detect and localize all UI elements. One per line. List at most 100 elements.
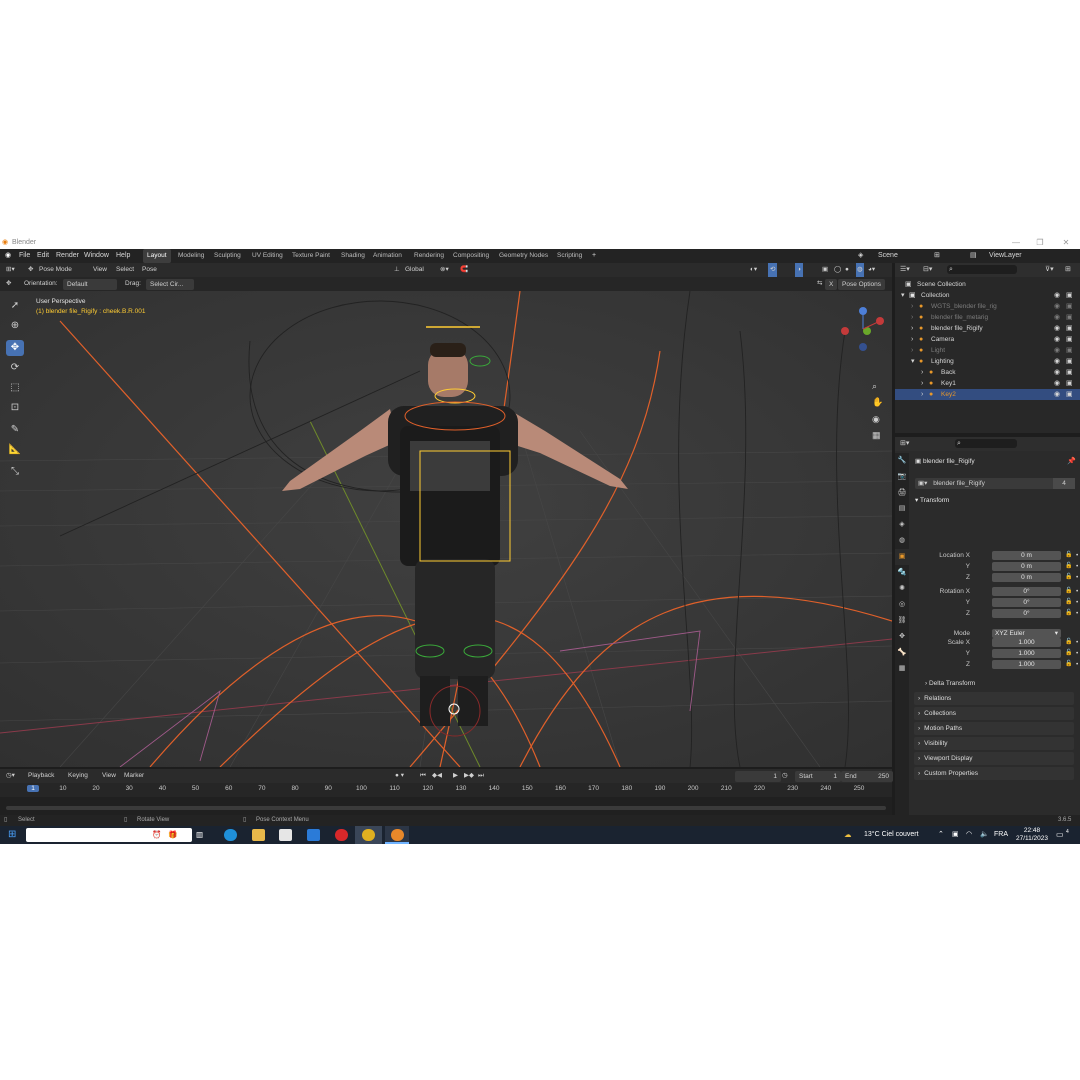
keying-menu[interactable]: Keying [68, 769, 88, 783]
chrome-browser-icon[interactable] [362, 829, 375, 841]
marker-menu[interactable]: Marker [124, 769, 144, 783]
expand-arrow-icon[interactable]: › [911, 312, 913, 323]
render-visibility-icon[interactable]: ▣ [1066, 334, 1073, 345]
mode-selector[interactable]: Pose Mode [39, 263, 72, 277]
clock-area[interactable]: 22:48 27/11/2023 [1012, 827, 1052, 843]
tab-layout[interactable]: Layout [143, 249, 171, 263]
menu-edit[interactable]: Edit [37, 249, 49, 263]
expand-arrow-icon[interactable]: › [921, 389, 923, 400]
keyframe-dot-icon[interactable]: • [1076, 608, 1078, 619]
world-tab-icon[interactable]: ◍ [895, 533, 909, 549]
move-tool-icon[interactable]: ✥ [6, 340, 24, 356]
windows-start-icon[interactable]: ⊞ [8, 826, 16, 844]
task-view-icon[interactable]: ▥ [196, 826, 203, 844]
tab-geometry-nodes[interactable]: Geometry Nodes [499, 249, 548, 263]
scale-value-field[interactable]: 1.000 [992, 649, 1061, 658]
location-value-field[interactable]: 0 m [992, 573, 1061, 582]
pose-options-button[interactable]: Pose Options [838, 279, 886, 290]
keyframe-dot-icon[interactable]: • [1076, 648, 1078, 659]
outliner-row-scene-collection[interactable]: ▣ Scene Collection [895, 279, 1080, 290]
mirror-icon[interactable]: ⇆ [817, 277, 822, 291]
physics-tab-icon[interactable]: ◎ [895, 597, 909, 613]
transform-orientation-selector[interactable]: Global [405, 263, 424, 277]
measure-tool-icon[interactable]: 📐 [6, 442, 24, 458]
visibility-eye-icon[interactable]: ◉ [1054, 323, 1060, 334]
play-button[interactable]: ▶ [453, 769, 458, 783]
lock-icon[interactable]: 🔓 [1065, 597, 1072, 608]
menu-file[interactable]: File [19, 249, 30, 263]
visibility-eye-icon[interactable]: ◉ [1054, 334, 1060, 345]
constraints-tab-icon[interactable]: ⛓ [895, 613, 909, 629]
visibility-eye-icon[interactable]: ◉ [1054, 345, 1060, 356]
rendered-shading-icon[interactable]: ◕▾ [868, 263, 875, 277]
scene-tab-icon[interactable]: ◈ [895, 517, 909, 533]
lock-icon[interactable]: 🔓 [1065, 561, 1072, 572]
blender-app-icon[interactable] [391, 829, 404, 841]
scale-value-field[interactable]: 1.000 [992, 660, 1061, 669]
minimize-button[interactable]: — [1006, 236, 1026, 249]
mirror-x-toggle[interactable]: X [825, 279, 838, 290]
location-value-field[interactable]: 0 m [992, 562, 1061, 571]
lock-icon[interactable]: 🔓 [1065, 659, 1072, 670]
render-visibility-icon[interactable]: ▣ [1066, 301, 1073, 312]
hidden-icons-chevron-icon[interactable]: ⌃ [938, 826, 944, 844]
wifi-icon[interactable]: ◠ [966, 826, 972, 844]
record-button[interactable]: ● ▾ [395, 769, 404, 783]
network-tray-icon[interactable]: ▣ [952, 826, 959, 844]
visibility-eye-icon[interactable]: ◉ [1054, 301, 1060, 312]
timeline-scrollbar[interactable] [6, 806, 886, 810]
clock-icon[interactable]: ◷ [782, 769, 788, 783]
jump-start-button[interactable]: ⏮ [420, 769, 426, 783]
lock-icon[interactable]: 🔓 [1065, 572, 1072, 583]
close-button[interactable]: ✕ [1056, 236, 1076, 249]
lock-icon[interactable]: 🔓 [1065, 637, 1072, 648]
new-collection-icon[interactable]: ⊞ [1065, 265, 1071, 273]
outliner-row[interactable]: › ● Light ◉ ▣ [895, 345, 1080, 356]
tab-shading[interactable]: Shading [341, 249, 365, 263]
editor-type-icon[interactable]: ⊞▾ [6, 263, 15, 277]
outliner-row[interactable]: › ● Back ◉ ▣ [895, 367, 1080, 378]
maximize-button[interactable]: ❐ [1030, 236, 1050, 249]
object-name-field[interactable]: ▣▾ blender file_Rigify 4 [915, 478, 1075, 489]
pan-hand-icon[interactable]: ✋ [872, 397, 883, 408]
blender-menu-icon[interactable]: ◉ [5, 249, 11, 263]
weather-text[interactable]: 13°C Ciel couvert [864, 826, 919, 844]
location-value-field[interactable]: 0 m [992, 551, 1061, 560]
timeline-editor-icon[interactable]: ◷▾ [6, 769, 15, 783]
drag-dropdown[interactable]: Select Cir... [146, 279, 194, 290]
taskbar-search-box[interactable]: ⚲ Taper ici pour rechercher ⏰ 🎁 [26, 828, 192, 842]
tab-scripting[interactable]: Scripting [557, 249, 582, 263]
keyframe-dot-icon[interactable]: • [1076, 572, 1078, 583]
outliner-editor-icon[interactable]: ☰▾ [900, 265, 910, 273]
file-explorer-icon[interactable] [252, 829, 265, 841]
expand-arrow-icon[interactable]: › [911, 323, 913, 334]
tab-sculpting[interactable]: Sculpting [214, 249, 241, 263]
mail-icon[interactable] [307, 829, 320, 841]
scale-tool-icon[interactable]: ⬚ [6, 380, 24, 396]
property-section-header[interactable]: › Custom Properties [914, 767, 1074, 780]
render-visibility-icon[interactable]: ▣ [1066, 367, 1073, 378]
volume-icon[interactable]: 🔈 [980, 826, 989, 844]
store-icon[interactable] [279, 829, 292, 841]
render-visibility-icon[interactable]: ▣ [1066, 389, 1073, 400]
expand-arrow-icon[interactable]: › [911, 334, 913, 345]
lock-icon[interactable]: 🔓 [1065, 648, 1072, 659]
tool-tab-icon[interactable]: 🔧 [895, 453, 909, 469]
tab-compositing[interactable]: Compositing [453, 249, 489, 263]
render-visibility-icon[interactable]: ▣ [1066, 356, 1073, 367]
bone-size-tool-icon[interactable]: ⤡ [6, 464, 24, 480]
delta-transform-subpanel[interactable]: › Delta Transform [925, 680, 975, 687]
modifier-tab-icon[interactable]: 🔩 [895, 565, 909, 581]
property-section-header[interactable]: › Viewport Display [914, 752, 1074, 765]
properties-editor-icon[interactable]: ⊞▾ [900, 439, 909, 447]
scene-selector[interactable]: Scene [878, 249, 898, 263]
pin-scene-icon[interactable]: ⊞ [934, 249, 940, 263]
outliner-row[interactable]: › ● blender file_Rigify ◉ ▣ [895, 323, 1080, 334]
menu-pose[interactable]: Pose [142, 263, 157, 277]
render-visibility-icon[interactable]: ▣ [1066, 290, 1073, 301]
orientation-dropdown[interactable]: Default [63, 279, 117, 290]
visibility-eye-icon[interactable]: ◉ [1054, 367, 1060, 378]
texture-tab-icon[interactable]: ▦ [895, 661, 909, 677]
expand-arrow-icon[interactable]: › [921, 367, 923, 378]
keyframe-dot-icon[interactable]: • [1076, 659, 1078, 670]
